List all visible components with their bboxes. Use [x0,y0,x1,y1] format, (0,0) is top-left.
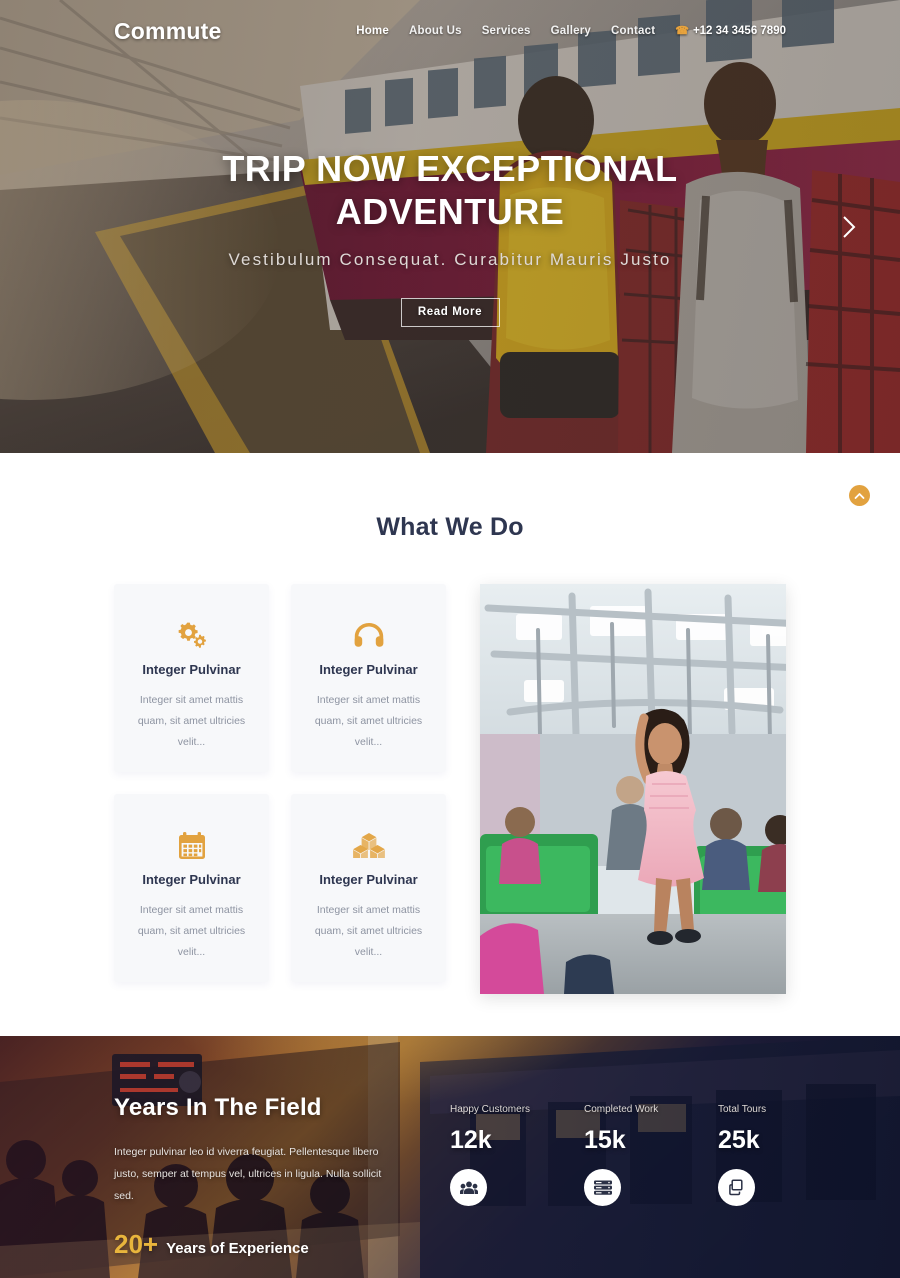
service-card[interactable]: Integer Pulvinar Integer sit amet mattis… [114,584,269,772]
stats-heading: Years In The Field [114,1094,322,1121]
years-in-the-field-section: Years In The Field Integer pulvinar leo … [0,1036,900,1278]
counter-value: 15k [584,1126,626,1154]
hero-title: TRIP NOW EXCEPTIONAL ADVENTURE [222,148,678,232]
nav-item-gallery[interactable]: Gallery [551,25,591,37]
scroll-to-top-button[interactable] [849,485,870,506]
service-card-title: Integer Pulvinar [142,872,241,887]
service-card[interactable]: Integer Pulvinar Integer sit amet mattis… [114,794,269,982]
service-card-title: Integer Pulvinar [142,662,241,677]
counter-happy-customers: Happy Customers 12k [450,1104,531,1260]
hero-read-more-button[interactable]: Read More [400,297,500,327]
counter-label: Total Tours [718,1104,767,1115]
service-card[interactable]: Integer Pulvinar Integer sit amet mattis… [291,584,446,772]
nav-phone-number: +12 34 3456 7890 [692,25,786,37]
gears-icon [177,620,206,650]
counters-group: Happy Customers 12k Completed Work 15k T… [450,1094,786,1260]
main-navbar: Commute Home About Us Services Gallery C… [0,0,900,62]
service-card[interactable]: Integer Pulvinar Integer sit amet mattis… [291,794,446,982]
stats-inner: Years In The Field Integer pulvinar leo … [0,1036,900,1260]
phone-icon: ☎ [675,24,689,37]
boxes-icon [352,830,385,860]
nav-item-about-us[interactable]: About Us [409,25,462,37]
services-wrap: Integer Pulvinar Integer sit amet mattis… [0,542,900,994]
hero-section: Commute Home About Us Services Gallery C… [0,0,900,453]
nav-item-home[interactable]: Home [356,25,389,37]
nav-links: Home About Us Services Gallery Contact ☎… [356,25,786,37]
counter-total-tours: Total Tours 25k [718,1104,786,1260]
nav-item-services[interactable]: Services [482,25,531,37]
users-group-icon[interactable] [450,1169,487,1206]
experience-number: 20+ [114,1229,159,1260]
nav-phone[interactable]: ☎ +12 34 3456 7890 [675,25,786,37]
service-card-title: Integer Pulvinar [319,872,418,887]
service-card-text: Integer sit amet mattis quam, sit amet u… [137,904,246,958]
counter-value: 25k [718,1126,760,1154]
calendar-icon [178,830,205,860]
what-we-do-section: What We Do Integer Pulvinar Integer sit … [0,453,900,1036]
services-grid: Integer Pulvinar Integer sit amet mattis… [114,584,446,994]
counter-label: Happy Customers [450,1104,531,1115]
copy-layers-icon[interactable] [718,1169,755,1206]
service-card-text: Integer sit amet mattis quam, sit amet u… [314,904,423,958]
service-card-title: Integer Pulvinar [319,662,418,677]
page-title: What We Do [376,513,524,541]
chevron-right-icon[interactable] [834,212,864,242]
counter-label: Completed Work [584,1104,659,1115]
hero-content: TRIP NOW EXCEPTIONAL ADVENTURE Vestibulu… [0,0,900,453]
stats-left: Years In The Field Integer pulvinar leo … [114,1094,404,1260]
server-list-icon[interactable] [584,1169,621,1206]
experience-block: 20+ Years of Experience [114,1229,404,1260]
counter-completed-work: Completed Work 15k [584,1104,659,1260]
experience-label: Years of Experience [166,1240,309,1258]
services-photo [480,584,786,994]
service-card-text: Integer sit amet mattis quam, sit amet u… [314,694,423,748]
service-card-text: Integer sit amet mattis quam, sit amet u… [137,694,246,748]
hero-subtitle: Vestibulum Consequat. Curabitur Mauris J… [228,249,672,269]
nav-item-contact[interactable]: Contact [611,25,655,37]
site-logo[interactable]: Commute [114,18,221,45]
headphones-icon [354,620,384,650]
stats-paragraph: Integer pulvinar leo id viverra feugiat.… [114,1146,382,1203]
counter-value: 12k [450,1126,492,1154]
